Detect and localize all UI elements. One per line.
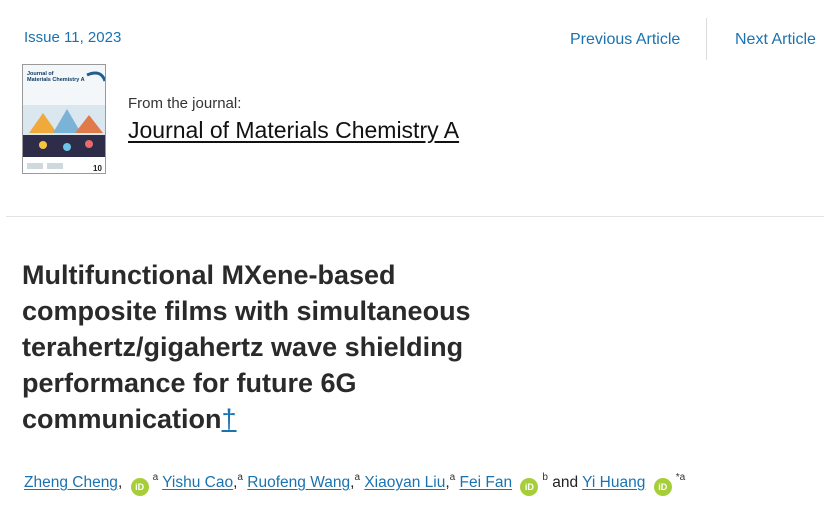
orcid-icon[interactable]: iD bbox=[653, 478, 672, 496]
affiliation-marker: a bbox=[449, 472, 456, 483]
author-link[interactable]: Yishu Cao bbox=[162, 474, 233, 491]
next-article-link[interactable]: Next Article bbox=[735, 31, 816, 49]
article-title: Multifunctional MXene-based composite fil… bbox=[22, 257, 582, 437]
journal-name-link[interactable]: Journal of Materials Chemistry A bbox=[128, 117, 459, 144]
author-link[interactable]: Xiaoyan Liu bbox=[364, 474, 445, 491]
author-link[interactable]: Ruofeng Wang bbox=[247, 474, 350, 491]
section-divider bbox=[6, 216, 824, 217]
title-line: communication bbox=[22, 404, 222, 434]
footnote-dagger-link[interactable]: † bbox=[222, 404, 237, 434]
affiliation-marker: a bbox=[152, 472, 159, 483]
author-link[interactable]: Zheng Cheng bbox=[24, 474, 118, 491]
nav-divider bbox=[706, 18, 707, 60]
title-line: Multifunctional MXene-based bbox=[22, 260, 396, 290]
cover-art-icon: 10 bbox=[23, 71, 105, 173]
affiliation-marker: a bbox=[354, 472, 360, 483]
and-conjunction: and bbox=[552, 474, 579, 491]
from-the-journal-label: From the journal: bbox=[128, 95, 242, 112]
title-line: performance for future 6G bbox=[22, 368, 357, 398]
title-line: terahertz/gigahertz wave shielding bbox=[22, 332, 464, 362]
journal-cover-image[interactable]: Journal of Materials Chemistry A 10 bbox=[22, 64, 106, 174]
affiliation-marker: *a bbox=[675, 472, 686, 483]
author-link[interactable]: Yi Huang bbox=[582, 474, 645, 491]
title-line: composite films with simultaneous bbox=[22, 296, 471, 326]
orcid-icon[interactable]: iD bbox=[130, 478, 149, 496]
author-link[interactable]: Fei Fan bbox=[460, 474, 513, 491]
author-list: Zheng Cheng, iDa Yishu Cao,a Ruofeng Wan… bbox=[24, 472, 685, 496]
orcid-icon[interactable]: iD bbox=[520, 478, 539, 496]
affiliation-marker: b bbox=[542, 472, 548, 483]
issue-link[interactable]: Issue 11, 2023 bbox=[24, 29, 121, 46]
affiliation-marker: a bbox=[237, 472, 243, 483]
previous-article-link[interactable]: Previous Article bbox=[570, 31, 680, 49]
svg-text:10: 10 bbox=[93, 164, 102, 173]
